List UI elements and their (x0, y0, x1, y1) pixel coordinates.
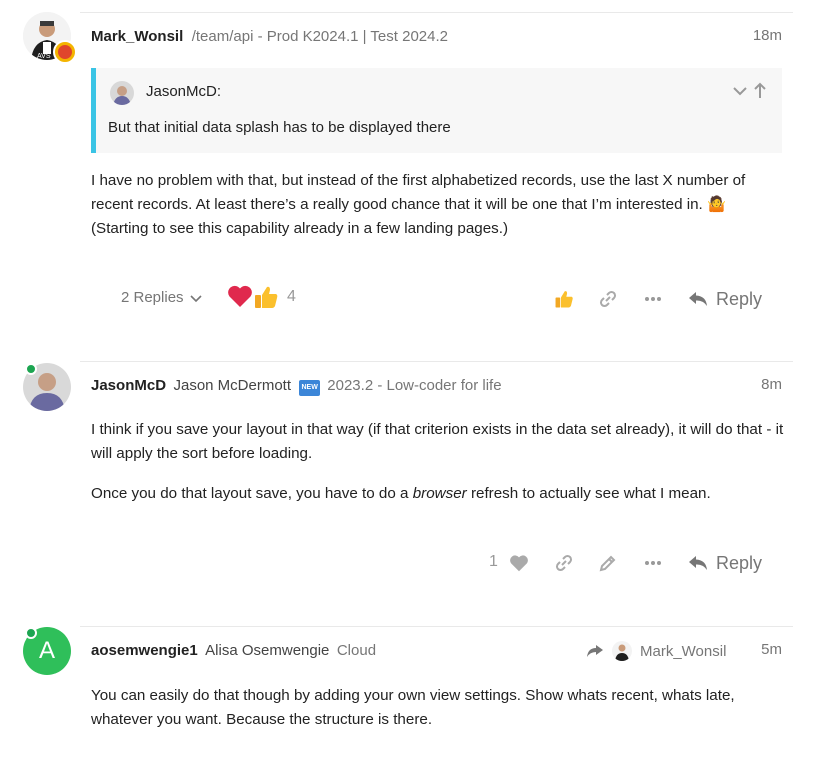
reply-label: Reply (716, 552, 763, 573)
thumbs-up-icon[interactable] (552, 287, 576, 311)
quote-text: But that initial data splash has to be d… (108, 119, 451, 136)
full-name: Alisa Osemwengie (205, 642, 330, 659)
username[interactable]: JasonMcD (91, 377, 166, 394)
username[interactable]: aosemwengie1 (91, 642, 198, 659)
username[interactable]: Mark_Wonsil (91, 28, 183, 45)
post-body: You can easily do that though by adding … (91, 684, 791, 732)
reaction-count[interactable]: 4 (287, 287, 296, 307)
quote-avatar (110, 81, 134, 105)
reply-to-username: Mark_Wonsil (640, 642, 727, 660)
new-badge: NEW (299, 380, 320, 396)
reply-icon (688, 555, 708, 571)
arrow-up-icon[interactable] (753, 81, 767, 99)
flair-badge (53, 40, 77, 64)
svg-text:AVS: AVS (37, 53, 51, 60)
quote-author: JasonMcD: (146, 83, 222, 100)
user-title: Cloud (336, 642, 377, 659)
chevron-down-icon (189, 292, 202, 304)
pencil-icon[interactable] (596, 551, 620, 575)
post-time[interactable]: 18m (730, 27, 782, 44)
replies-count: 2 Replies (121, 289, 184, 306)
post-divider (80, 361, 793, 362)
user-title: /team/api - Prod K2024.1 | Test 2024.2 (191, 28, 448, 45)
user-title: 2023.2 - Low-coder for life (327, 377, 502, 394)
post-paragraph: (Starting to see this capability already… (91, 220, 509, 237)
reply-to-avatar (612, 641, 632, 661)
post-paragraph: You can easily do that though by adding … (91, 687, 735, 728)
reply-button[interactable]: Reply (688, 286, 762, 312)
heart-icon[interactable] (507, 551, 531, 575)
full-name: Jason McDermott (173, 377, 292, 394)
post-paragraph: I think if you save your layout in that … (91, 421, 784, 462)
post-meta: Mark_Wonsil /team/api - Prod K2024.1 | T… (91, 27, 448, 47)
post-paragraph: Once you do that layout save, you have t… (91, 485, 711, 502)
avatar-letter: A (38, 637, 55, 664)
ellipsis-icon[interactable] (641, 551, 665, 575)
post-body: I have no problem with that, but instead… (91, 169, 791, 241)
link-icon[interactable] (552, 551, 576, 575)
like-count[interactable]: 1 (489, 552, 498, 572)
reply-to-tab[interactable]: Mark_Wonsil (586, 638, 726, 664)
show-replies-button[interactable]: 2 Replies (121, 288, 202, 308)
post-body: I think if you save your layout in that … (91, 418, 791, 506)
post-paragraph: I have no problem with that, but instead… (91, 172, 746, 213)
reply-icon (688, 291, 708, 307)
link-icon[interactable] (596, 287, 620, 311)
ellipsis-icon[interactable] (641, 287, 665, 311)
heart-reaction-icon[interactable] (227, 284, 253, 308)
reply-to-icon (586, 644, 604, 658)
thumbs-up-reaction-icon[interactable] (253, 284, 279, 310)
post-time[interactable]: 5m (730, 641, 782, 658)
chevron-down-icon[interactable] (732, 83, 748, 99)
post-time[interactable]: 8m (730, 376, 782, 393)
post-meta: aosemwengie1 Alisa Osemwengie Cloud (91, 641, 376, 661)
online-indicator (25, 627, 37, 639)
reply-button[interactable]: Reply (688, 550, 762, 576)
post-divider (80, 12, 793, 13)
reply-label: Reply (716, 288, 763, 309)
online-indicator (25, 363, 37, 375)
post-meta: JasonMcD Jason McDermott NEW 2023.2 - Lo… (91, 376, 502, 396)
quote-block: JasonMcD: But that initial data splash h… (91, 68, 782, 153)
post-divider (80, 626, 793, 627)
